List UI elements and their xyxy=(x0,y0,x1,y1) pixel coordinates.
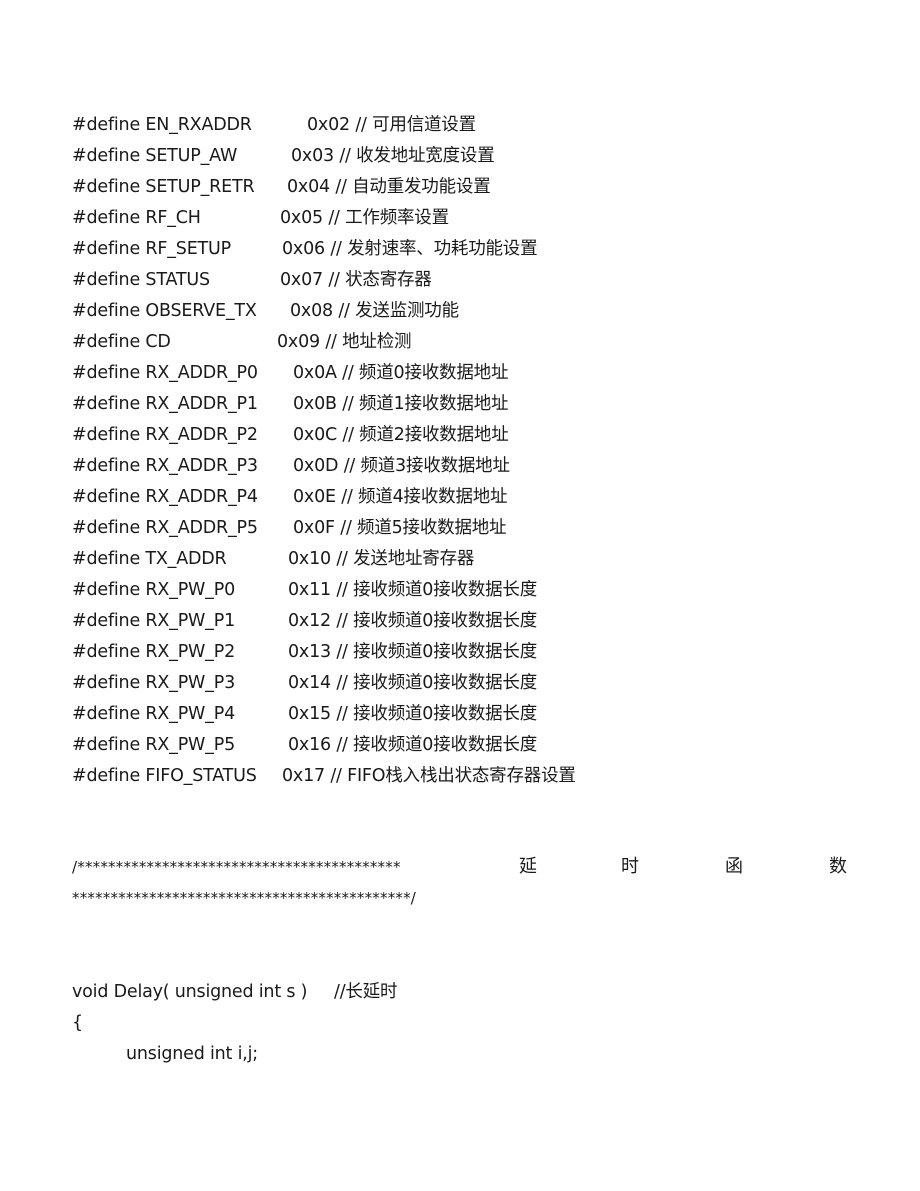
define-value: 0x08 // 发送监测功能 xyxy=(290,301,459,321)
code-body-line: unsigned int i,j; xyxy=(126,1044,258,1064)
define-name: #define RX_ADDR_P0 xyxy=(72,363,258,383)
define-value: 0x0B // 频道1接收数据地址 xyxy=(293,394,509,414)
define-value: 0x06 // 发射速率、功耗功能设置 xyxy=(282,239,538,259)
define-name: #define RX_ADDR_P1 xyxy=(72,394,258,414)
define-name: #define RX_ADDR_P4 xyxy=(72,487,258,507)
define-value: 0x11 // 接收频道0接收数据长度 xyxy=(288,580,538,600)
define-name: #define RX_PW_P0 xyxy=(72,580,235,600)
banner-title-char: 函 xyxy=(725,856,743,877)
define-value: 0x0D // 频道3接收数据地址 xyxy=(293,456,510,476)
define-value: 0x13 // 接收频道0接收数据长度 xyxy=(288,642,538,662)
define-value: 0x07 // 状态寄存器 xyxy=(280,270,432,290)
define-name: #define RF_CH xyxy=(72,208,201,228)
define-value: 0x14 // 接收频道0接收数据长度 xyxy=(288,673,538,693)
define-value: 0x02 // 可用信道设置 xyxy=(307,115,476,135)
define-name: #define RX_PW_P1 xyxy=(72,611,235,631)
signature-comment: //长延时 xyxy=(334,982,398,1002)
define-value: 0x09 // 地址检测 xyxy=(277,332,412,352)
define-name: #define RF_SETUP xyxy=(72,239,231,259)
open-brace: { xyxy=(72,1013,83,1033)
define-name: #define SETUP_RETR xyxy=(72,177,255,197)
define-name: #define CD xyxy=(72,332,171,352)
define-value: 0x16 // 接收频道0接收数据长度 xyxy=(288,735,538,755)
banner-comment-close: ****************************************… xyxy=(72,889,417,907)
define-name: #define RX_PW_P4 xyxy=(72,704,235,724)
define-value: 0x04 // 自动重发功能设置 xyxy=(287,177,491,197)
define-name: #define RX_ADDR_P2 xyxy=(72,425,258,445)
define-value: 0x17 // FIFO栈入栈出状态寄存器设置 xyxy=(282,766,576,786)
banner-title-char: 延 xyxy=(519,856,537,877)
define-value: 0x15 // 接收频道0接收数据长度 xyxy=(288,704,538,724)
banner-title-char: 数 xyxy=(829,856,847,877)
define-value: 0x0C // 频道2接收数据地址 xyxy=(293,425,509,445)
define-name: #define SETUP_AW xyxy=(72,146,238,166)
function-signature: void Delay( unsigned int s ) xyxy=(72,980,307,1004)
define-name: #define RX_ADDR_P3 xyxy=(72,456,258,476)
define-value: 0x03 // 收发地址宽度设置 xyxy=(291,146,495,166)
signature-text: void Delay( unsigned int s ) xyxy=(72,982,308,1002)
define-name: #define OBSERVE_TX xyxy=(72,301,257,321)
define-value: 0x0A // 频道0接收数据地址 xyxy=(293,363,509,383)
define-name: #define TX_ADDR xyxy=(72,549,227,569)
define-name: #define RX_PW_P5 xyxy=(72,735,235,755)
define-value: 0x12 // 接收频道0接收数据长度 xyxy=(288,611,538,631)
define-value: 0x05 // 工作频率设置 xyxy=(280,208,449,228)
define-name: #define RX_PW_P2 xyxy=(72,642,235,662)
define-value: 0x10 // 发送地址寄存器 xyxy=(288,549,475,569)
define-name: #define FIFO_STATUS xyxy=(72,766,257,786)
banner-comment-open: /***************************************… xyxy=(72,858,401,876)
define-name: #define STATUS xyxy=(72,270,210,290)
define-name: #define EN_RXADDR xyxy=(72,115,252,135)
banner-title-char: 时 xyxy=(621,856,639,877)
define-name: #define RX_ADDR_P5 xyxy=(72,518,258,538)
define-name: #define RX_PW_P3 xyxy=(72,673,235,693)
define-value: 0x0F // 频道5接收数据地址 xyxy=(293,518,507,538)
define-value: 0x0E // 频道4接收数据地址 xyxy=(293,487,508,507)
